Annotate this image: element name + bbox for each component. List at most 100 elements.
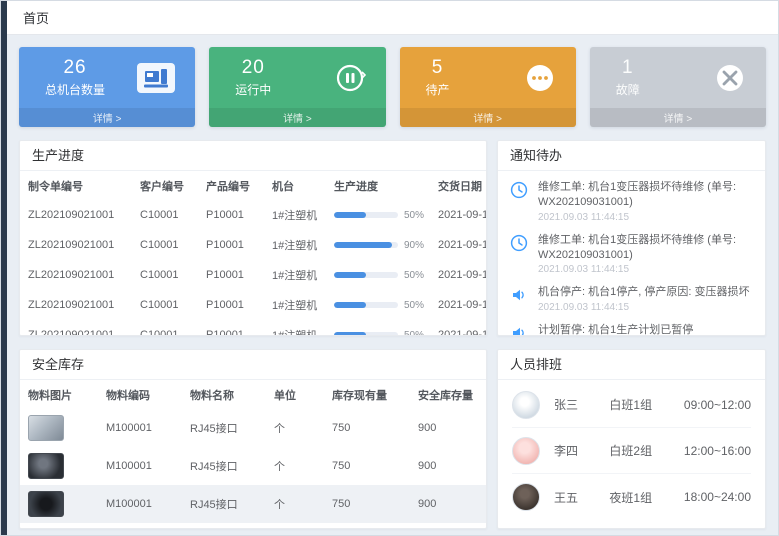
order-cell: ZL202109021001 bbox=[20, 230, 132, 260]
product-cell: P10001 bbox=[198, 260, 264, 290]
col-safety-stock: 安全库存量 bbox=[410, 380, 487, 409]
machine-cell: 1#注塑机 bbox=[264, 320, 326, 336]
col-current-stock: 库存现有量 bbox=[324, 380, 410, 409]
production-header-row: 制令单编号 客户编号 产品编号 机台 生产进度 交货日期 bbox=[20, 171, 487, 200]
total-machines-detail-link[interactable]: 详情 > bbox=[19, 108, 195, 127]
content-area: 26 总机台数量 bbox=[7, 35, 778, 535]
date-cell: 2021-09-10 bbox=[430, 290, 487, 320]
progress-bar bbox=[334, 302, 398, 308]
material-code-cell: M100001 bbox=[98, 485, 182, 523]
card-body: 1 故障 bbox=[590, 47, 766, 108]
order-cell: ZL202109021001 bbox=[20, 260, 132, 290]
fault-detail-link[interactable]: 详情 > bbox=[590, 108, 766, 127]
current-stock-cell: 750 bbox=[324, 485, 410, 523]
notification-item[interactable]: 维修工单: 机台1变压器损坏待维修 (单号: WX202109031001) 2… bbox=[508, 228, 755, 281]
machine-icon bbox=[137, 63, 175, 93]
running-value: 20 bbox=[242, 57, 265, 79]
notification-item[interactable]: 计划暂停: 机台1生产计划已暂停 2021.09.03 11:44:15 bbox=[508, 318, 755, 336]
date-cell: 2021-09-10 bbox=[430, 230, 487, 260]
col-material-name: 物料名称 bbox=[182, 380, 266, 409]
machine-cell: 1#注塑机 bbox=[264, 230, 326, 260]
production-progress-panel: 生产进度 制令单编号 客户编号 产品编号 机台 生产进度 交货日期 bbox=[19, 140, 487, 336]
material-code-cell: M100001 bbox=[98, 409, 182, 447]
notification-item[interactable]: 维修工单: 机台1变压器损坏待维修 (单号: WX202109031001) 2… bbox=[508, 175, 755, 228]
lower-panels: 安全库存 物料图片 物料编码 物料名称 单位 库存现有量 安全库存量 bbox=[19, 349, 766, 529]
col-material-code: 物料编码 bbox=[98, 380, 182, 409]
notification-item[interactable]: 机台停产: 机台1停产, 停产原因: 变压器损坏 2021.09.03 11:4… bbox=[508, 280, 755, 318]
waiting-detail-link[interactable]: 详情 > bbox=[400, 108, 576, 127]
product-cell: P10001 bbox=[198, 290, 264, 320]
progress-percent: 50% bbox=[404, 300, 424, 311]
fault-value: 1 bbox=[622, 57, 634, 79]
product-cell: P10001 bbox=[198, 320, 264, 336]
unit-cell: 个 bbox=[266, 409, 324, 447]
staff-time: 18:00~24:00 bbox=[684, 490, 751, 504]
card-fault[interactable]: 1 故障 详情 bbox=[590, 47, 766, 127]
staff-name: 王五 bbox=[554, 489, 595, 506]
notifications-panel-title: 通知待办 bbox=[498, 141, 765, 171]
notification-list: 维修工单: 机台1变压器损坏待维修 (单号: WX202109031001) 2… bbox=[498, 171, 765, 336]
safety-stock-panel: 安全库存 物料图片 物料编码 物料名称 单位 库存现有量 安全库存量 bbox=[19, 349, 487, 529]
notification-time: 2021.09.03 11:44:15 bbox=[538, 264, 753, 275]
progress-cell: 50% bbox=[326, 290, 430, 320]
progress-cell: 90% bbox=[326, 230, 430, 260]
material-name-cell: RJ45接口 bbox=[182, 485, 266, 523]
stock-table: 物料图片 物料编码 物料名称 单位 库存现有量 安全库存量 M bbox=[20, 380, 487, 523]
unit-cell: 个 bbox=[266, 447, 324, 485]
progress-bar bbox=[334, 272, 398, 278]
waiting-label: 待产 bbox=[426, 81, 450, 98]
production-row: ZL202109021001 C10001 P10001 1#注塑机 50% bbox=[20, 260, 487, 290]
notification-text: 机台停产: 机台1停产, 停产原因: 变压器损坏 bbox=[538, 285, 749, 300]
col-unit: 单位 bbox=[266, 380, 324, 409]
staff-name: 张三 bbox=[554, 396, 595, 413]
date-cell: 2021-09-10 bbox=[430, 200, 487, 230]
product-cell: P10001 bbox=[198, 200, 264, 230]
progress-percent: 90% bbox=[404, 240, 424, 251]
round-connector-image bbox=[28, 453, 64, 479]
material-name-cell: RJ45接口 bbox=[182, 409, 266, 447]
customer-cell: C10001 bbox=[132, 200, 198, 230]
production-row: ZL202109021001 C10001 P10001 1#注塑机 50% bbox=[20, 200, 487, 230]
col-order-no: 制令单编号 bbox=[20, 171, 132, 200]
order-cell: ZL202109021001 bbox=[20, 200, 132, 230]
col-machine: 机台 bbox=[264, 171, 326, 200]
stock-row: M100001 RJ45接口 个 750 900 bbox=[20, 409, 487, 447]
ellipsis-icon bbox=[524, 62, 556, 94]
col-customer-no: 客户编号 bbox=[132, 171, 198, 200]
upper-panels: 生产进度 制令单编号 客户编号 产品编号 机台 生产进度 交货日期 bbox=[19, 140, 766, 336]
notifications-panel: 通知待办 维修工单: 机台1变压器损坏待维修 (单号: WX2021090310… bbox=[497, 140, 766, 336]
running-icon bbox=[334, 62, 366, 94]
material-image-cell bbox=[20, 485, 98, 523]
card-stats: 26 总机台数量 bbox=[45, 57, 105, 98]
card-stats: 20 运行中 bbox=[235, 57, 271, 98]
page-title: 首页 bbox=[23, 8, 49, 27]
customer-cell: C10001 bbox=[132, 290, 198, 320]
material-code-cell: M100001 bbox=[98, 447, 182, 485]
progress-bar bbox=[334, 212, 398, 218]
running-detail-link[interactable]: 详情 > bbox=[209, 108, 385, 127]
stock-row: M100001 RJ45接口 个 750 900 bbox=[20, 485, 487, 523]
card-body: 20 运行中 bbox=[209, 47, 385, 108]
machine-cell: 1#注塑机 bbox=[264, 290, 326, 320]
machine-cell: 1#注塑机 bbox=[264, 200, 326, 230]
card-body: 26 总机台数量 bbox=[19, 47, 195, 108]
machine-cell: 1#注塑机 bbox=[264, 260, 326, 290]
card-running[interactable]: 20 运行中 详情 > bbox=[209, 47, 385, 127]
staff-panel-title: 人员排班 bbox=[498, 350, 765, 380]
speaker-part-image bbox=[28, 491, 64, 517]
unit-cell: 个 bbox=[266, 485, 324, 523]
card-total-machines[interactable]: 26 总机台数量 bbox=[19, 47, 195, 127]
top-bar: 首页 bbox=[7, 1, 778, 35]
stock-panel-title: 安全库存 bbox=[20, 350, 486, 380]
current-stock-cell: 750 bbox=[324, 447, 410, 485]
material-name-cell: RJ45接口 bbox=[182, 447, 266, 485]
running-label: 运行中 bbox=[235, 81, 271, 98]
avatar bbox=[512, 437, 540, 465]
total-machines-label: 总机台数量 bbox=[45, 81, 105, 98]
progress-cell: 50% bbox=[326, 260, 430, 290]
fault-label: 故障 bbox=[616, 81, 640, 98]
avatar bbox=[512, 483, 540, 511]
material-image-cell bbox=[20, 409, 98, 447]
card-waiting[interactable]: 5 待产 详情 > bbox=[400, 47, 576, 127]
notification-time: 2021.09.03 11:44:15 bbox=[538, 212, 753, 223]
